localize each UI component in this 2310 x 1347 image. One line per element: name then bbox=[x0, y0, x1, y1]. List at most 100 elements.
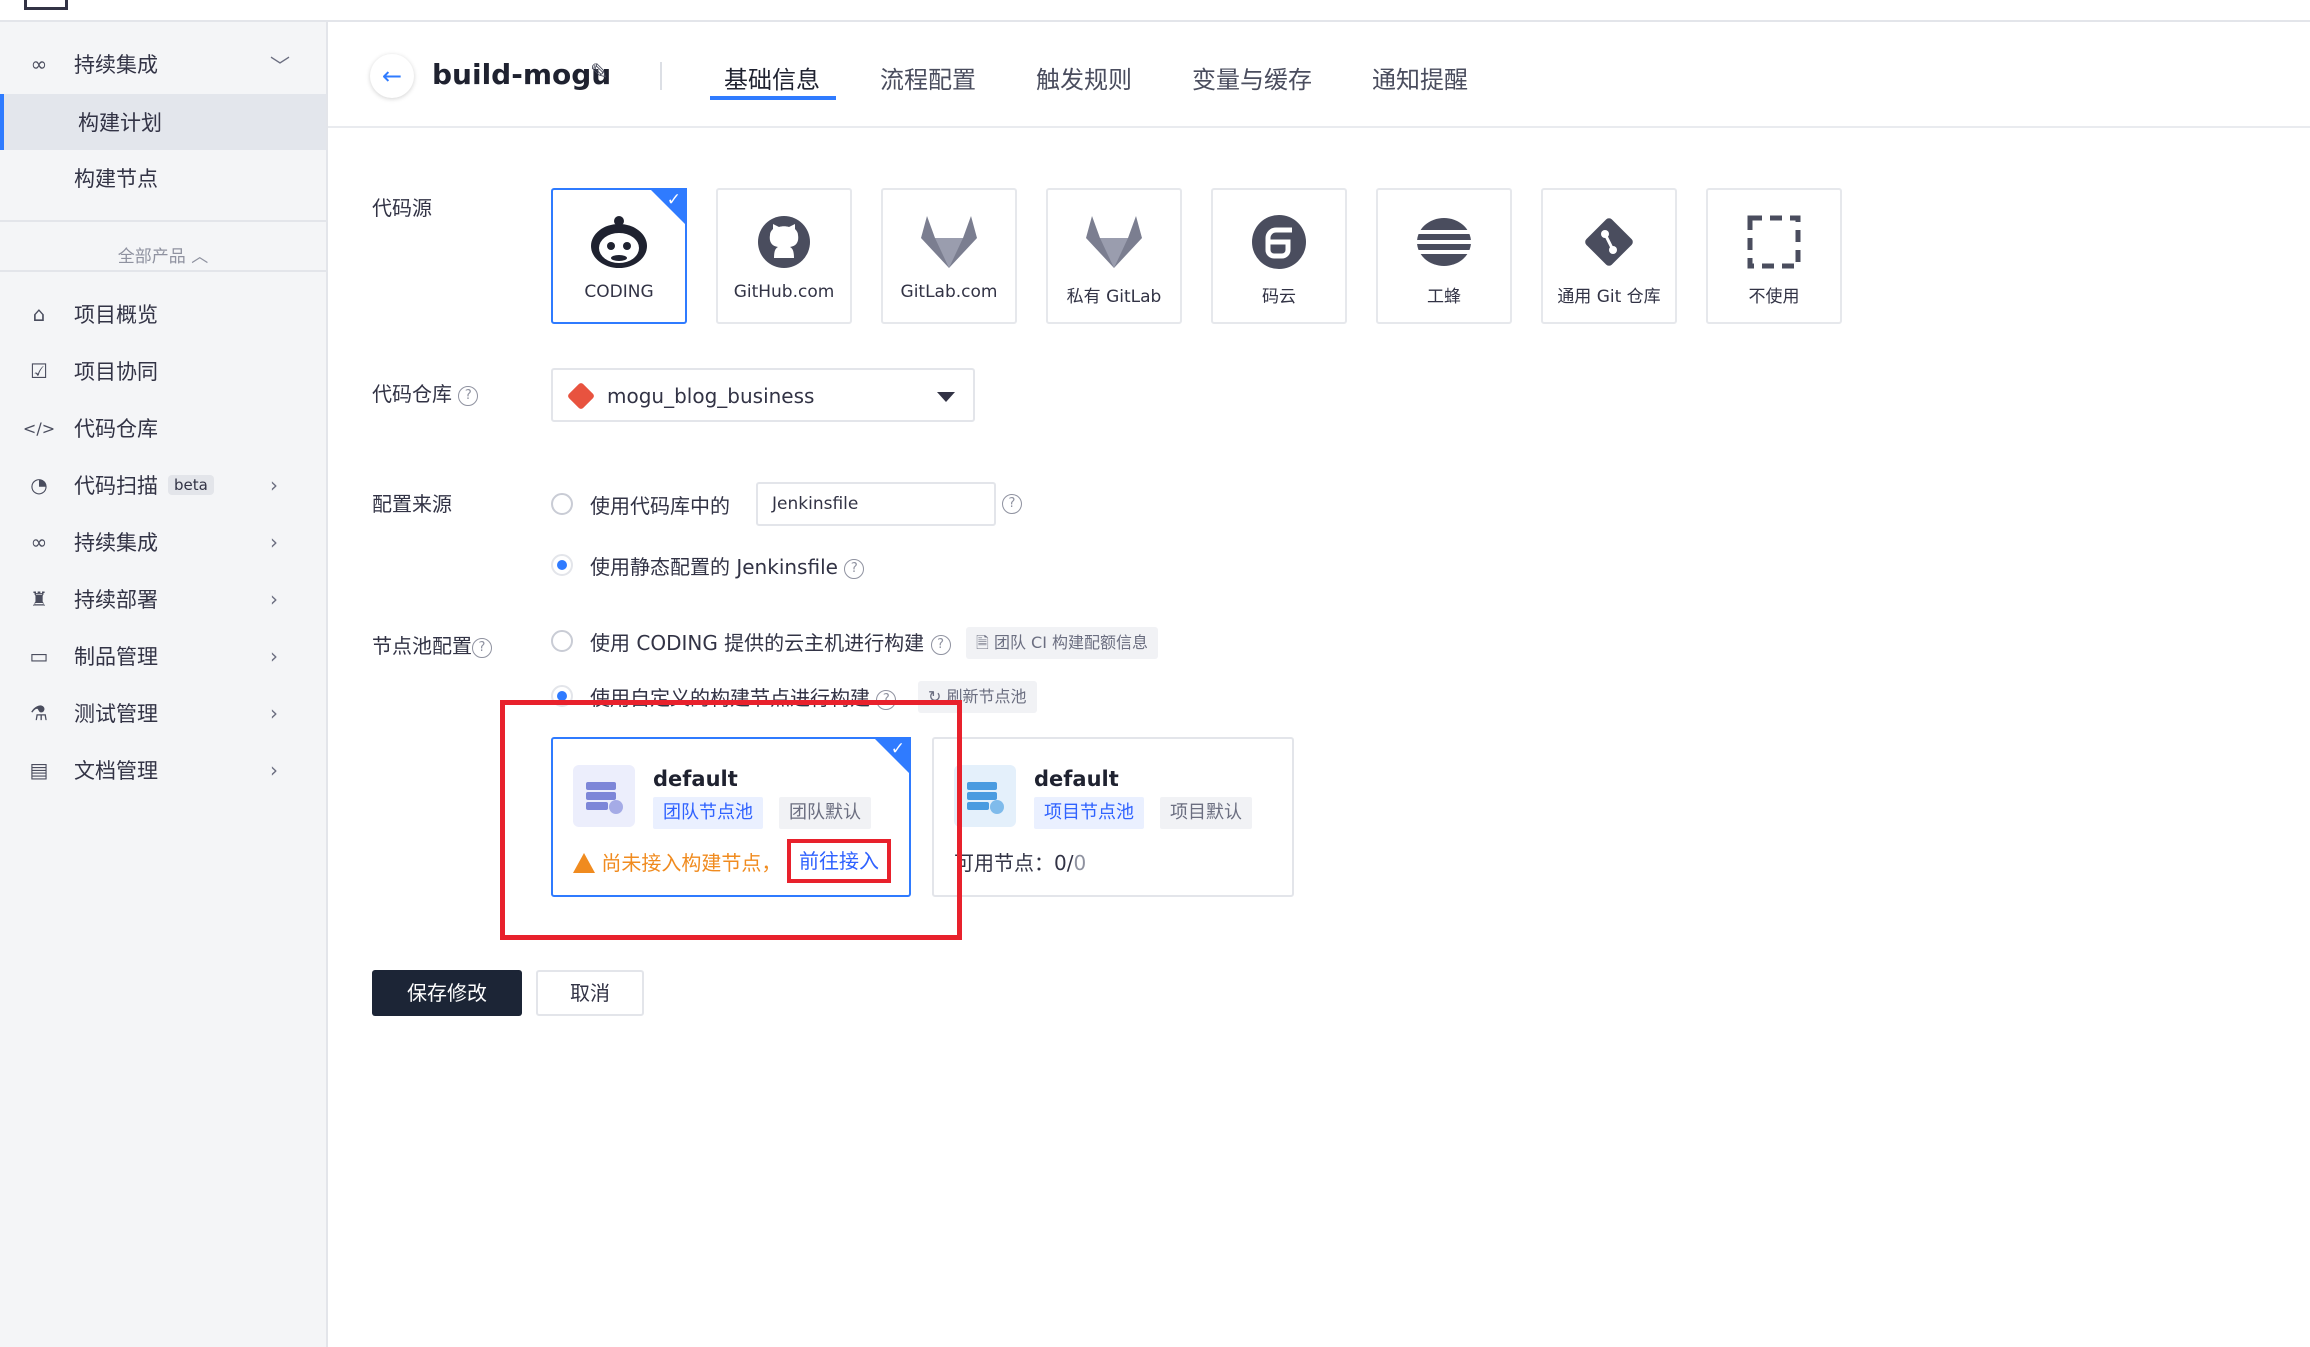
config-opt2-text: 使用静态配置的 Jenkinsfile bbox=[590, 555, 838, 579]
pool-tag-type: 项目节点池 bbox=[1034, 797, 1144, 829]
tab-variables[interactable]: 变量与缓存 bbox=[1192, 60, 1312, 95]
source-label: 代码源 bbox=[372, 196, 432, 220]
top-bar bbox=[0, 0, 2310, 22]
available-count: 0 bbox=[1054, 851, 1067, 875]
source-label: CODING bbox=[584, 282, 654, 302]
help-icon[interactable]: ? bbox=[1002, 494, 1022, 514]
config-opt1-label: 使用代码库中的 bbox=[590, 494, 730, 518]
box-icon: ▭ bbox=[29, 644, 49, 668]
page-title: build-mogu bbox=[432, 58, 612, 91]
repo-select-value: mogu_blog_business bbox=[607, 384, 815, 408]
chevron-right-icon: › bbox=[270, 530, 278, 554]
gitee-icon bbox=[1213, 214, 1345, 270]
divider bbox=[0, 220, 326, 222]
source-card-none[interactable]: 不使用 bbox=[1706, 188, 1842, 324]
sidebar-item-build-nodes[interactable]: 构建节点 bbox=[0, 150, 326, 206]
chevron-right-icon: › bbox=[270, 587, 278, 611]
sidebar-item-label: 持续集成 bbox=[74, 531, 158, 555]
source-card-coding[interactable]: CODING ✓ bbox=[551, 188, 687, 324]
source-label: 私有 GitLab bbox=[1066, 287, 1162, 307]
radio-pool-cloud[interactable] bbox=[551, 630, 573, 652]
help-icon[interactable]: ? bbox=[472, 637, 492, 658]
sidebar-item-build-plan[interactable]: 构建计划 bbox=[0, 94, 326, 150]
cancel-button[interactable]: 取消 bbox=[536, 970, 644, 1016]
beta-badge: beta bbox=[168, 475, 214, 495]
jenkinsfile-path-input[interactable]: Jenkinsfile bbox=[756, 482, 996, 526]
source-card-private-gitlab[interactable]: 私有 GitLab bbox=[1046, 188, 1182, 324]
pool-tag-default: 项目默认 bbox=[1160, 797, 1252, 829]
source-card-github[interactable]: GitHub.com bbox=[716, 188, 852, 324]
source-card-gitlab[interactable]: GitLab.com bbox=[881, 188, 1017, 324]
source-label: GitLab.com bbox=[900, 282, 998, 302]
active-tab-indicator bbox=[710, 96, 836, 100]
pool-card-project[interactable]: default 项目节点池 项目默认 可用节点：0/0 bbox=[932, 737, 1294, 897]
help-icon[interactable]: ? bbox=[844, 558, 865, 579]
chevron-right-icon: › bbox=[270, 758, 278, 782]
pool-opt1-label: 使用 CODING 提供的云主机进行构建 ? bbox=[590, 627, 951, 656]
sidebar-item-overview[interactable]: ⌂ 项目概览 bbox=[0, 286, 326, 342]
source-label: 工蜂 bbox=[1427, 287, 1461, 307]
sidebar-item-ci[interactable]: ∞ 持续集成 › bbox=[0, 514, 326, 570]
code-icon: </> bbox=[22, 418, 56, 438]
all-products-toggle[interactable]: 全部产品 ︿ bbox=[0, 232, 326, 282]
check-icon: ✓ bbox=[666, 190, 681, 210]
radio-config-static[interactable] bbox=[551, 554, 573, 576]
sidebar-item-docs[interactable]: ▤ 文档管理 › bbox=[0, 742, 326, 798]
infinity-icon: ∞ bbox=[30, 52, 48, 76]
sidebar-item-ci-header[interactable]: ∞ 持续集成 ﹀ bbox=[0, 36, 326, 92]
repo-select[interactable]: mogu_blog_business bbox=[551, 368, 975, 422]
repo-label: 代码仓库 ? bbox=[372, 378, 479, 407]
edit-icon[interactable]: ✎ bbox=[590, 60, 608, 85]
tab-triggers[interactable]: 触发规则 bbox=[1036, 60, 1132, 95]
tab-notifications[interactable]: 通知提醒 bbox=[1372, 60, 1468, 95]
logo-icon bbox=[24, 0, 68, 10]
infinity-icon: ∞ bbox=[30, 530, 48, 554]
tab-basic-info[interactable]: 基础信息 bbox=[724, 60, 820, 95]
available-nodes: 可用节点：0/0 bbox=[954, 851, 1087, 875]
config-label: 配置来源 bbox=[372, 492, 452, 516]
sidebar-item-label: 持续部署 bbox=[74, 588, 158, 612]
server-icon bbox=[954, 765, 1016, 827]
available-label: 可用节点： bbox=[954, 851, 1054, 875]
radio-config-repo[interactable] bbox=[551, 493, 573, 515]
pool-label-text: 节点池配置 bbox=[372, 634, 472, 658]
sidebar-item-repo[interactable]: </> 代码仓库 bbox=[0, 400, 326, 456]
sidebar-item-testing[interactable]: ⚗ 测试管理 › bbox=[0, 685, 326, 741]
caret-down-icon bbox=[937, 392, 955, 402]
divider bbox=[660, 62, 662, 90]
git-icon bbox=[1543, 214, 1675, 270]
quota-info-text: 团队 CI 构建配额信息 bbox=[993, 633, 1149, 652]
sidebar-item-label: 文档管理 bbox=[74, 759, 158, 783]
chevron-up-icon: ﹀ bbox=[270, 53, 290, 78]
chevron-up-icon: ︿ bbox=[191, 247, 209, 267]
help-icon[interactable]: ? bbox=[458, 385, 479, 406]
sidebar-item-label: 持续集成 bbox=[74, 53, 158, 77]
sidebar-item-scan[interactable]: ◔ 代码扫描 beta › bbox=[0, 457, 326, 513]
chevron-right-icon: › bbox=[270, 701, 278, 725]
source-label: GitHub.com bbox=[733, 282, 835, 302]
sidebar-item-label: 项目概览 bbox=[74, 303, 158, 327]
sidebar-item-label: 代码仓库 bbox=[74, 417, 158, 441]
sidebar-item-artifacts[interactable]: ▭ 制品管理 › bbox=[0, 628, 326, 684]
repo-label-text: 代码仓库 bbox=[372, 382, 452, 406]
back-button[interactable]: ← bbox=[370, 54, 414, 98]
sidebar-item-label: 构建计划 bbox=[78, 111, 162, 135]
bee-icon bbox=[1378, 214, 1510, 270]
help-icon[interactable]: ? bbox=[930, 634, 951, 655]
save-button[interactable]: 保存修改 bbox=[372, 970, 522, 1016]
source-card-tgit[interactable]: 工蜂 bbox=[1376, 188, 1512, 324]
sidebar: ∞ 持续集成 ﹀ 构建计划 构建节点 全部产品 ︿ ⌂ 项目概览 ☑ 项目协同 … bbox=[0, 22, 328, 1347]
book-icon: ▤ bbox=[29, 758, 49, 782]
pool-label: 节点池配置? bbox=[372, 630, 492, 659]
sidebar-item-collab[interactable]: ☑ 项目协同 bbox=[0, 343, 326, 399]
gitlab-icon bbox=[1048, 214, 1180, 270]
sidebar-item-label: 构建节点 bbox=[74, 167, 158, 191]
sidebar-item-cd[interactable]: ♜ 持续部署 › bbox=[0, 571, 326, 627]
source-label: 通用 Git 仓库 bbox=[1557, 287, 1661, 307]
quota-info-link[interactable]: 🗎 团队 CI 构建配额信息 bbox=[966, 627, 1159, 659]
tab-pipeline[interactable]: 流程配置 bbox=[880, 60, 976, 95]
source-card-gitee[interactable]: 码云 bbox=[1211, 188, 1347, 324]
sidebar-item-label: 项目协同 bbox=[74, 360, 158, 384]
source-card-generic-git[interactable]: 通用 Git 仓库 bbox=[1541, 188, 1677, 324]
flask-icon: ⚗ bbox=[30, 701, 48, 725]
